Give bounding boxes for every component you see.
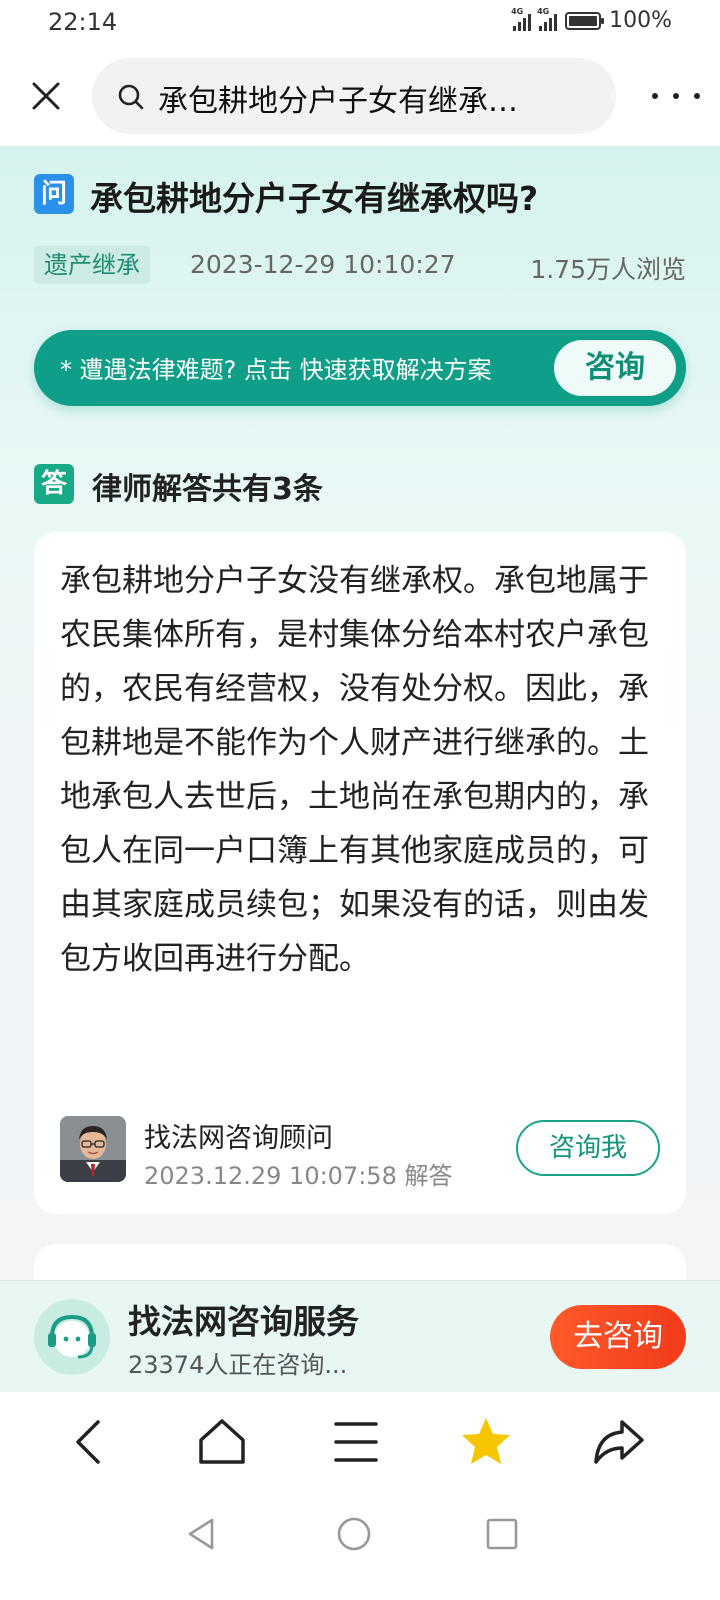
signal-icon: 4G (511, 7, 532, 31)
menu-button[interactable] (328, 1414, 384, 1470)
service-avatar (34, 1299, 110, 1375)
question-badge: 问 (34, 174, 74, 214)
more-button[interactable] (652, 76, 700, 116)
search-bar[interactable]: 承包耕地分户子女有继承… (92, 58, 616, 134)
share-icon (594, 1420, 644, 1464)
status-bar: 22:14 4G 4G 100% (0, 0, 720, 46)
answer-text: 承包耕地分户子女没有继承权。承包地属于农民集体所有，是村集体分给本村农户承包的，… (60, 563, 649, 977)
star-icon (462, 1418, 510, 1464)
main-content: 问 承包耕地分户子女有继承权吗? 遗产继承 2023-12-29 10:10:2… (0, 146, 720, 1300)
battery-icon (565, 11, 605, 30)
service-subtitle: 23374人正在咨询... (128, 1351, 348, 1379)
category-tag[interactable]: 遗产继承 (34, 246, 150, 284)
view-count: 1.75万人浏览 (530, 255, 686, 284)
circle-home-icon (337, 1517, 371, 1551)
service-title: 找法网咨询服务 (128, 1302, 359, 1341)
service-bar: 找法网咨询服务 23374人正在咨询... 去咨询 (0, 1280, 720, 1392)
system-recents-button[interactable] (482, 1514, 522, 1554)
answer-card: 承包耕地分户子女没有继承权。承包地属于农民集体所有，是村集体分给本村农户承包的，… (34, 532, 686, 1214)
answers-heading: 律师解答共有3条 (92, 472, 323, 507)
system-home-button[interactable] (334, 1514, 374, 1554)
close-icon (32, 82, 60, 110)
question-title: 承包耕地分户子女有继承权吗? (90, 179, 539, 218)
system-nav-bar (0, 1492, 720, 1600)
back-icon (76, 1420, 100, 1464)
top-bar: 承包耕地分户子女有继承… (0, 46, 720, 146)
favorite-button[interactable] (458, 1414, 514, 1470)
signal-icon: 4G (537, 7, 558, 31)
lawyer-avatar-icon (60, 1116, 126, 1182)
consult-me-button[interactable]: 咨询我 (516, 1120, 660, 1176)
answer-time: 2023.12.29 10:07:58 解答 (144, 1162, 453, 1190)
avatar[interactable] (60, 1116, 126, 1182)
answer-badge: 答 (34, 464, 74, 504)
headset-icon (48, 1314, 96, 1359)
share-button[interactable] (590, 1414, 646, 1470)
network-label: 4G (537, 6, 550, 16)
triangle-back-icon (188, 1518, 214, 1550)
search-query: 承包耕地分户子女有继承… (158, 84, 518, 119)
square-recents-icon (486, 1518, 518, 1550)
more-icon (652, 93, 658, 99)
question-meta: 遗产继承 2023-12-29 10:10:27 1.75万人浏览 (34, 246, 686, 284)
back-button[interactable] (62, 1414, 118, 1470)
battery-percent: 100% (609, 8, 672, 33)
consult-button[interactable]: 咨询 (554, 340, 676, 396)
browser-bottom-nav (0, 1392, 720, 1492)
status-icons: 4G 4G 100% (511, 7, 672, 34)
menu-icon (334, 1422, 378, 1462)
home-icon (199, 1419, 245, 1464)
close-button[interactable] (26, 76, 66, 116)
consult-banner[interactable]: * 遭遇法律难题? 点击 快速获取解决方案 咨询 (34, 330, 686, 406)
go-consult-button[interactable]: 去咨询 (550, 1305, 686, 1369)
home-button[interactable] (194, 1414, 250, 1470)
status-time: 22:14 (48, 8, 118, 36)
network-label: 4G (511, 6, 524, 16)
lawyer-name[interactable]: 找法网咨询顾问 (144, 1116, 333, 1155)
system-back-button[interactable] (182, 1514, 222, 1554)
search-icon (118, 84, 144, 110)
question-date: 2023-12-29 10:10:27 (190, 250, 456, 279)
banner-text: * 遭遇法律难题? 点击 快速获取解决方案 (60, 356, 492, 384)
